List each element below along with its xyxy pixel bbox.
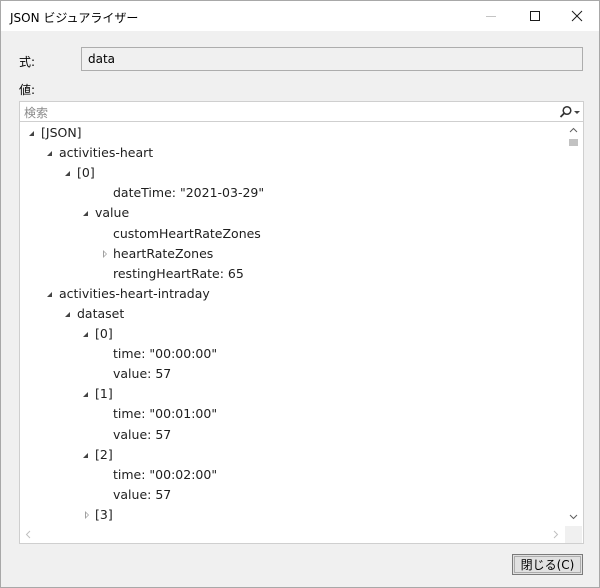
tree-row[interactable]: [2]	[20, 445, 560, 465]
tree-row-label: time: "00:01:00"	[113, 406, 218, 422]
minimize-button[interactable]	[468, 1, 514, 31]
horizontal-scrollbar[interactable]	[20, 526, 565, 543]
title-bar[interactable]: JSON ビジュアライザー	[1, 1, 599, 31]
json-tree-view[interactable]: [JSON] activities-heart [0] dateTime: "2021…	[19, 121, 584, 544]
collapsed-arrow-icon[interactable]	[103, 249, 107, 258]
vertical-scroll-thumb[interactable]	[569, 139, 578, 146]
tree-row[interactable]: value: 57	[20, 364, 560, 384]
json-visualizer-window: JSON ビジュアライザー 式: data 値: 検索 [JSON] activ…	[0, 0, 600, 588]
vertical-scrollbar[interactable]	[565, 122, 582, 526]
expanded-arrow-icon[interactable]	[29, 131, 34, 136]
tree-row-label: value	[95, 205, 130, 221]
expanded-arrow-icon[interactable]	[83, 392, 88, 398]
tree-row-label: [1]	[95, 386, 113, 402]
tree-row[interactable]: time: "00:00:00"	[20, 344, 560, 364]
tree-row[interactable]: [1]	[20, 384, 560, 404]
tree-row-label: value: 57	[113, 486, 172, 502]
search-button[interactable]	[555, 103, 581, 120]
tree-row-label: dateTime: "2021-03-29"	[113, 185, 265, 201]
expression-label: 式:	[19, 55, 36, 69]
tree-row[interactable]: activities-heart-intraday	[20, 284, 560, 304]
tree-row-label: time: "00:00:00"	[113, 346, 218, 362]
close-button[interactable]: 閉じる(C)	[512, 554, 583, 575]
tree-row[interactable]: activities-heart	[20, 143, 560, 163]
expression-field[interactable]: data	[81, 47, 583, 71]
tree-row-label: customHeartRateZones	[113, 225, 261, 241]
tree-row-label: dataset	[77, 305, 125, 321]
search-input[interactable]: 検索	[19, 101, 584, 122]
tree-row-label: time: "00:02:00"	[113, 466, 218, 482]
expanded-arrow-icon[interactable]	[65, 311, 70, 317]
tree-row-label: value: 57	[113, 426, 172, 442]
tree-row[interactable]: [3]	[20, 505, 560, 525]
tree-row[interactable]: [0]	[20, 163, 560, 183]
tree-row[interactable]: value	[20, 203, 560, 223]
tree-row-label: [0]	[77, 165, 95, 181]
tree-row-label: [3]	[95, 506, 113, 522]
tree-row-label: activities-heart	[59, 145, 154, 161]
tree-row[interactable]: value: 57	[20, 485, 560, 505]
scroll-right-icon[interactable]	[549, 526, 563, 543]
expanded-arrow-icon[interactable]	[83, 211, 88, 217]
expanded-arrow-icon[interactable]	[83, 452, 88, 458]
value-label: 値:	[19, 83, 36, 97]
tree-row[interactable]: [0]	[20, 324, 560, 344]
search-placeholder: 検索	[24, 106, 49, 120]
maximize-icon	[530, 11, 540, 21]
maximize-button[interactable]	[512, 1, 558, 31]
tree-row-label: value: 57	[113, 366, 172, 382]
expanded-arrow-icon[interactable]	[65, 171, 70, 177]
expression-value: data	[88, 52, 116, 66]
close-icon	[571, 10, 583, 22]
tree-row[interactable]: restingHeartRate: 65	[20, 264, 560, 284]
tree-row[interactable]: [JSON]	[20, 123, 560, 143]
tree-row-label: [JSON]	[41, 125, 82, 140]
scroll-up-icon[interactable]	[565, 124, 582, 138]
window-title: JSON ビジュアライザー	[10, 11, 139, 25]
tree-row[interactable]: dataset	[20, 304, 560, 324]
tree-row-label: restingHeartRate: 65	[113, 265, 244, 281]
tree-row-label: [2]	[95, 446, 113, 462]
chevron-down-icon[interactable]	[573, 105, 581, 119]
tree-row-label: [0]	[95, 326, 113, 341]
tree-row[interactable]: dateTime: "2021-03-29"	[20, 183, 560, 203]
close-window-button[interactable]	[554, 1, 600, 31]
search-icon	[559, 105, 572, 118]
scrollbar-corner	[565, 526, 582, 543]
minimize-icon	[486, 16, 496, 17]
tree-row[interactable]: value: 57	[20, 425, 560, 445]
expanded-arrow-icon[interactable]	[47, 291, 52, 297]
expanded-arrow-icon[interactable]	[47, 151, 52, 157]
tree-row[interactable]: time: "00:02:00"	[20, 465, 560, 485]
tree-row[interactable]: customHeartRateZones	[20, 224, 560, 244]
scroll-down-icon[interactable]	[565, 510, 582, 524]
close-button-label: 閉じる(C)	[520, 558, 575, 572]
tree-row-label: activities-heart-intraday	[59, 285, 210, 301]
tree-row[interactable]: heartRateZones	[20, 244, 560, 264]
tree-row-label: heartRateZones	[113, 245, 214, 261]
scroll-left-icon[interactable]	[22, 526, 36, 543]
expanded-arrow-icon[interactable]	[83, 332, 88, 337]
collapsed-arrow-icon[interactable]	[85, 510, 89, 519]
tree-row[interactable]: time: "00:01:00"	[20, 404, 560, 424]
